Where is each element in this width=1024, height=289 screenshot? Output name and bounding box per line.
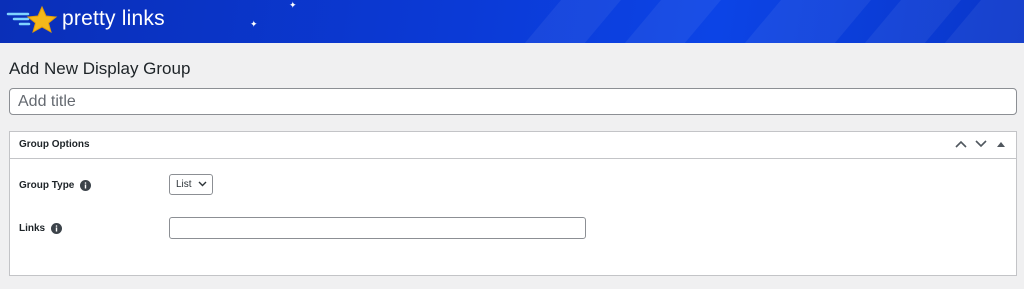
links-input[interactable] [169,217,586,239]
chevron-down-icon [198,181,207,187]
pretty-links-logo[interactable]: pretty links [6,2,165,36]
metabox-header[interactable]: Group Options [10,132,1016,159]
group-type-row: Group Type [19,180,92,191]
group-type-label: Group Type [19,180,75,191]
page-title: Add New Display Group [9,59,191,78]
links-row: Links [19,223,63,234]
info-icon[interactable] [51,223,63,234]
move-down-icon[interactable] [974,137,988,151]
info-icon[interactable] [80,180,92,191]
sparkle-icon: ✦ [250,19,258,29]
metabox-handle-actions [954,137,1008,151]
logo-text: pretty links [62,7,165,30]
links-label: Links [19,223,46,234]
group-type-select[interactable]: List [169,174,213,195]
metabox-title: Group Options [19,139,90,150]
toggle-panel-icon[interactable] [994,137,1008,151]
group-type-selected: List [176,179,192,190]
sparkle-icon: ✦ [289,0,297,10]
group-options-metabox: Group Options Group Type List Links [9,131,1017,276]
move-up-icon[interactable] [954,137,968,151]
star-logo-icon [6,5,58,33]
title-input[interactable] [9,88,1017,115]
header-banner: pretty links ✦ ✦ [0,0,1024,43]
